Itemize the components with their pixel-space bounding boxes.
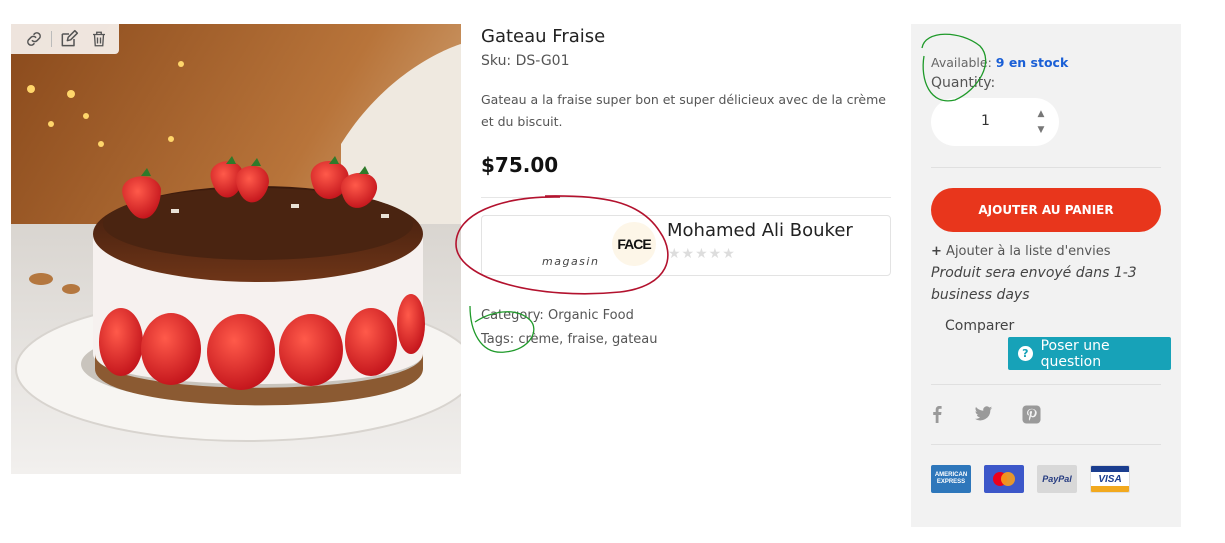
tags-label: Tags: xyxy=(481,332,515,347)
visa-icon: VISA xyxy=(1090,465,1130,493)
question-icon: ? xyxy=(1018,346,1033,361)
trash-icon[interactable] xyxy=(84,24,114,54)
vendor-logo-text: FACE xyxy=(617,236,651,252)
product-price: $75.00 xyxy=(481,153,559,177)
amex-icon: AMERICAN EXPRESS xyxy=(931,465,971,493)
category-row: Category: Organic Food xyxy=(481,304,891,328)
ask-question-button[interactable]: ? Poser une question xyxy=(1008,337,1171,370)
mastercard-icon xyxy=(984,465,1024,493)
vendor-card[interactable]: magasin FACE Mohamed Ali Bouker ★★★★★ xyxy=(481,215,891,276)
quantity-stepper[interactable]: 1 ▲ ▼ xyxy=(931,98,1059,146)
product-image[interactable] xyxy=(11,24,461,474)
compare-link[interactable]: Comparer xyxy=(945,318,1014,334)
product-info: Gateau Fraise Sku: DS-G01 Gateau a la fr… xyxy=(481,24,891,352)
twitter-icon[interactable] xyxy=(973,404,993,424)
quantity-label: Quantity: xyxy=(931,75,996,91)
stock-count: 9 en stock xyxy=(995,55,1069,70)
link-icon[interactable] xyxy=(19,24,49,54)
visa-stripe xyxy=(1091,486,1129,492)
quantity-value[interactable]: 1 xyxy=(981,113,990,129)
divider xyxy=(931,444,1161,445)
paypal-icon: PayPal xyxy=(1037,465,1077,493)
image-toolbar xyxy=(11,24,119,54)
available-label: Available: xyxy=(931,55,992,70)
tags-row: Tags: crème, fraise, gateau xyxy=(481,328,891,352)
product-description: Gateau a la fraise super bon et super dé… xyxy=(481,92,886,129)
edit-icon[interactable] xyxy=(54,24,84,54)
divider xyxy=(931,167,1161,168)
pinterest-icon[interactable] xyxy=(1021,404,1041,424)
product-sku: Sku: DS-G01 xyxy=(481,53,570,69)
toolbar-divider xyxy=(51,31,52,47)
visa-label: VISA xyxy=(1098,473,1122,485)
category-label: Category: xyxy=(481,308,544,323)
tags-links[interactable]: crème, fraise, gateau xyxy=(518,332,657,347)
vendor-subtitle: magasin xyxy=(542,255,600,268)
wishlist-label: Ajouter à la liste d'envies xyxy=(946,244,1111,259)
cake-photo xyxy=(11,24,461,474)
add-to-wishlist-link[interactable]: + Ajouter à la liste d'envies xyxy=(931,244,1111,259)
vendor-rating: ★★★★★ xyxy=(668,246,736,262)
chevron-down-icon[interactable]: ▼ xyxy=(1035,125,1047,135)
ask-question-label: Poser une question xyxy=(1040,337,1110,370)
shipping-note: Produit sera envoyé dans 1-3 business da… xyxy=(931,265,1137,303)
chevron-up-icon[interactable]: ▲ xyxy=(1035,109,1047,119)
divider xyxy=(931,384,1161,385)
vendor-logo[interactable]: FACE xyxy=(612,222,656,266)
facebook-icon[interactable] xyxy=(931,404,943,424)
product-meta: Category: Organic Food Tags: crème, frai… xyxy=(481,304,891,352)
divider xyxy=(481,197,891,198)
add-to-cart-button[interactable]: AJOUTER AU PANIER xyxy=(931,188,1161,232)
availability: Available: 9 en stock xyxy=(931,55,1068,70)
plus-icon: + xyxy=(931,244,942,259)
vendor-name[interactable]: Mohamed Ali Bouker xyxy=(667,220,853,241)
category-link[interactable]: Organic Food xyxy=(548,308,634,323)
product-title: Gateau Fraise xyxy=(481,26,606,47)
purchase-panel: Available: 9 en stock Quantity: 1 ▲ ▼ AJ… xyxy=(911,24,1181,527)
